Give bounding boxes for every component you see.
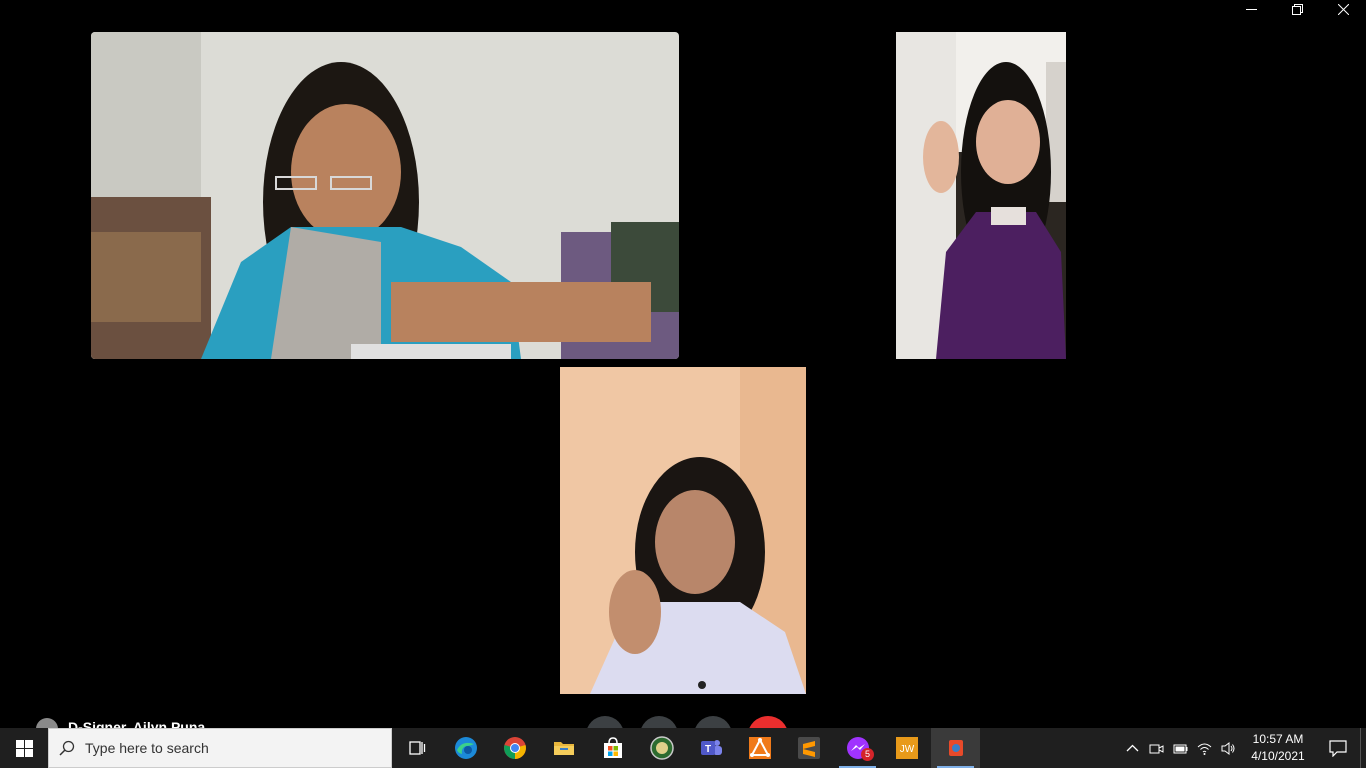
store-icon (603, 737, 622, 758)
clock-time: 10:57 AM (1252, 732, 1304, 746)
close-button[interactable] (1320, 0, 1366, 18)
office-app-icon (748, 737, 771, 759)
end-call-button[interactable] (748, 716, 788, 728)
task-view-button[interactable] (392, 728, 441, 768)
chevron-up-icon (1126, 744, 1138, 751)
sublime-text-icon (797, 737, 820, 759)
notification-badge: 5 (861, 748, 874, 761)
search-icon (59, 740, 75, 756)
network-button[interactable] (1192, 728, 1216, 768)
system-tray: 10:57 AM 4/10/2021 (1120, 728, 1366, 768)
teams-icon: T (700, 740, 722, 755)
taskbar-app-office[interactable] (735, 728, 784, 768)
battery-icon (1173, 744, 1187, 753)
meeting-controls (586, 716, 788, 728)
clock-date: 4/10/2021 (1251, 749, 1305, 763)
speaker-icon (1221, 741, 1234, 755)
chrome-icon (503, 737, 526, 759)
battery-button[interactable] (1168, 728, 1192, 768)
video-tile-bottom[interactable] (560, 367, 806, 694)
participant-video (91, 32, 679, 359)
participant-name: D-Signer, Ailyn Puna (68, 719, 206, 728)
seal-icon (649, 736, 674, 760)
svg-text:JW: JW (899, 744, 914, 755)
taskbar: Type here to search T 5 JW 10:57 AM 4/10… (0, 728, 1366, 768)
taskbar-app-chrome[interactable] (490, 728, 539, 768)
taskbar-app-store[interactable] (588, 728, 637, 768)
video-tile-main[interactable] (91, 32, 679, 359)
restore-button[interactable] (1274, 0, 1320, 18)
taskbar-app-teams[interactable]: T (686, 728, 735, 768)
participant-video (560, 367, 806, 694)
minimize-button[interactable] (1228, 0, 1274, 18)
task-view-icon (408, 741, 425, 755)
camera-button[interactable] (640, 716, 678, 728)
folder-icon (553, 742, 574, 755)
edge-icon (454, 737, 477, 759)
taskbar-clock[interactable]: 10:57 AM 4/10/2021 (1240, 731, 1316, 765)
taskbar-app-sublime[interactable] (784, 728, 833, 768)
microphone-button[interactable] (586, 716, 624, 728)
taskbar-app-seal[interactable] (637, 728, 686, 768)
avatar (36, 718, 58, 728)
emoji-reaction-icon[interactable] (467, 357, 679, 359)
participant-video (896, 32, 1066, 359)
wifi-icon (1197, 743, 1211, 755)
taskbar-app-jw-library[interactable]: JW (882, 728, 931, 768)
restore-icon (1291, 3, 1303, 15)
minimize-icon (1245, 8, 1257, 10)
show-desktop-button[interactable] (1360, 728, 1366, 768)
notification-icon (1329, 740, 1347, 757)
search-placeholder: Type here to search (85, 740, 209, 756)
jw-library-icon: JW (895, 737, 918, 759)
action-center-button[interactable] (1316, 728, 1360, 768)
window-controls (1228, 0, 1366, 18)
taskbar-search[interactable]: Type here to search (48, 728, 392, 768)
taskbar-app-file-explorer[interactable] (539, 728, 588, 768)
video-camera-icon (1149, 744, 1163, 753)
show-hidden-icons-button[interactable] (1120, 728, 1144, 768)
taskbar-app-edge[interactable] (441, 728, 490, 768)
taskbar-app-active[interactable] (931, 728, 980, 768)
volume-button[interactable] (1216, 728, 1240, 768)
more-options-button[interactable] (694, 716, 732, 728)
svg-text:T: T (704, 744, 710, 755)
start-button[interactable] (0, 728, 48, 768)
meet-now-button[interactable] (1144, 728, 1168, 768)
taskbar-app-messenger[interactable]: 5 (833, 728, 882, 768)
video-tile-right[interactable] (896, 32, 1066, 359)
active-app-icon (948, 740, 963, 756)
close-icon (1337, 3, 1349, 15)
windows-logo-icon (15, 739, 33, 757)
participant-name-bar: D-Signer, Ailyn Puna (36, 716, 205, 728)
